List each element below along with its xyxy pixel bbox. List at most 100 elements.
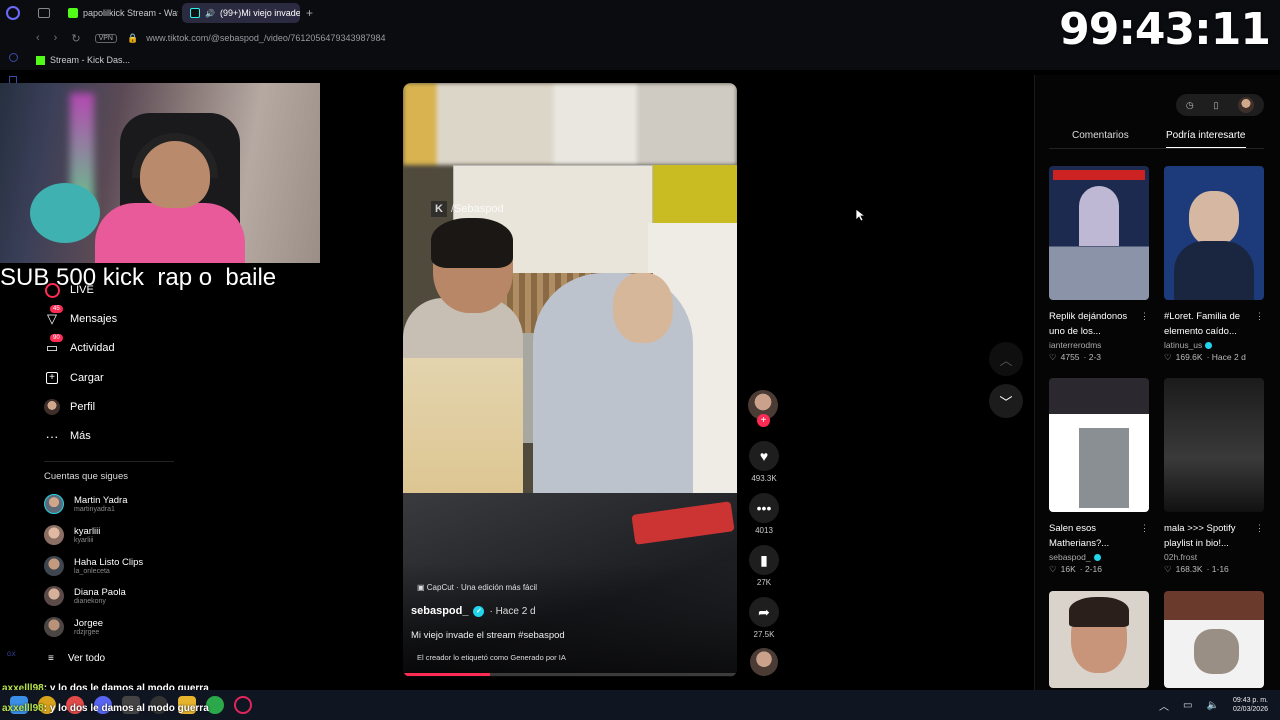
following-title: Cuentas que sigues <box>44 471 128 482</box>
share-action[interactable]: ➦ 27.5K <box>748 597 780 639</box>
thumbnail-figure <box>1079 428 1129 508</box>
bookmark-icon[interactable]: ▮ <box>749 545 779 575</box>
following-item[interactable]: Diana Paola dianekony <box>44 586 126 606</box>
following-name: Jorgee <box>74 618 104 629</box>
card-author[interactable]: 02h.frost <box>1164 552 1264 562</box>
related-video-card[interactable]: Replik dejándonos uno de los... ⋮ ianterr… <box>1049 166 1149 363</box>
related-video-card[interactable]: Salen esos Matherians?... ⋮ sebaspod_ ♡ 16… <box>1049 378 1149 575</box>
bookmark-kick-dashboard[interactable]: Stream - Kick Das... <box>50 55 130 65</box>
following-username: kyarliii <box>74 537 94 544</box>
kick-favicon-icon <box>68 8 78 18</box>
card-author[interactable]: ianterrerodms <box>1049 340 1149 350</box>
following-username: dianekony <box>74 598 106 605</box>
tab-comentarios[interactable]: Comentarios <box>1072 130 1129 141</box>
like-action[interactable]: ♥ 493.3K <box>748 441 780 483</box>
system-tray: ︿ ▭ 🔈 09:43 p. m. 02/03/2026 <box>1159 690 1268 720</box>
avatar <box>44 586 64 606</box>
heart-icon[interactable]: ♥ <box>749 441 779 471</box>
chevron-up-icon: ︿ <box>999 352 1013 368</box>
following-username: la_onleceta <box>74 568 110 575</box>
nav-more[interactable]: ··· Más <box>44 428 91 444</box>
card-meta: ♡ 168.3K · 1-16 <box>1164 564 1229 574</box>
live-icon <box>44 282 60 298</box>
video-thumbnail[interactable] <box>1049 166 1149 300</box>
chat-message: axxelll98: y lo dos le damos al modo gue… <box>2 703 209 714</box>
sound-avatar[interactable] <box>750 648 778 676</box>
url-input[interactable]: www.tiktok.com/@sebaspod_/video/76120564… <box>146 33 385 43</box>
new-tab-button[interactable]: + <box>306 6 313 20</box>
volume-icon[interactable]: 🔈 <box>1207 700 1219 711</box>
avatar <box>44 556 64 576</box>
device-icon[interactable]: ▯ <box>1213 100 1218 111</box>
save-count: 27K <box>756 578 772 587</box>
video-thumbnail[interactable] <box>1164 591 1264 688</box>
video-thumbnail[interactable] <box>1164 166 1264 300</box>
following-item[interactable]: kyarliii kyarliii <box>44 525 100 545</box>
following-item[interactable]: Jorgee rdzjrgee <box>44 617 103 637</box>
video-progress-bar[interactable] <box>403 673 737 676</box>
related-video-card[interactable] <box>1049 591 1149 688</box>
tray-expand-icon[interactable]: ︿ <box>1159 698 1169 713</box>
aria-icon[interactable] <box>9 53 18 62</box>
forward-icon[interactable]: › <box>54 32 58 45</box>
video-thumbnail[interactable] <box>1049 378 1149 512</box>
gx-icon[interactable]: GX <box>7 652 16 658</box>
messages-badge: 45 <box>50 305 63 313</box>
follow-plus-icon[interactable]: + <box>757 414 770 427</box>
share-icon[interactable]: ➦ <box>749 597 779 627</box>
comment-action[interactable]: ••• 4013 <box>748 493 780 535</box>
tab-podria-interesarte[interactable]: Podría interesarte <box>1166 130 1246 149</box>
clock-icon[interactable]: ◷ <box>1186 100 1194 111</box>
comment-icon[interactable]: ••• <box>749 493 779 523</box>
more-icon[interactable]: ⋮ <box>1255 309 1264 324</box>
tab-kick-stream[interactable]: papolilkick Stream - Watc <box>60 3 178 23</box>
lock-icon[interactable]: 🔒 <box>127 33 138 44</box>
more-icon[interactable]: ⋮ <box>1255 521 1264 536</box>
more-icon[interactable]: ⋮ <box>1140 309 1149 324</box>
stream-timer: 99:43:11 <box>1059 4 1271 55</box>
see-all-link[interactable]: ≡ Ver todo <box>48 653 105 664</box>
nav-activity[interactable]: ▭ 90 Actividad <box>44 334 115 356</box>
tab-workspaces-icon[interactable] <box>38 8 50 18</box>
upload-icon: + <box>44 370 60 386</box>
following-item[interactable]: Haha Listo Clips la_onleceta <box>44 556 143 576</box>
back-icon[interactable]: ‹ <box>36 32 40 45</box>
opera-gx-icon[interactable] <box>234 696 252 714</box>
nav-label: Actividad <box>70 342 115 354</box>
vpn-badge[interactable]: VPN <box>94 33 117 43</box>
activity-icon: ▭ 90 <box>44 334 63 356</box>
related-video-card[interactable]: mala >>> Spotify playlist in bio!... ⋮ 02… <box>1164 378 1264 575</box>
kick-watermark: K /Sebaspod <box>431 201 504 217</box>
tab-tiktok-video[interactable]: 🔊 (99+)Mi viejo invade e <box>182 3 300 23</box>
profile-icon <box>44 399 60 415</box>
more-icon[interactable]: ⋮ <box>1140 521 1149 536</box>
nav-messages[interactable]: ▽ 45 Mensajes <box>44 305 117 327</box>
nav-profile[interactable]: Perfil <box>44 399 95 415</box>
more-icon: ··· <box>45 428 59 444</box>
network-icon[interactable]: ▭ <box>1183 700 1192 711</box>
card-meta: ♡ 169.6K · Hace 2 d <box>1164 352 1246 362</box>
card-author[interactable]: sebaspod_ <box>1049 552 1149 562</box>
video-player[interactable]: K /Sebaspod ▣ CapCut · Una edición más f… <box>403 83 737 677</box>
sidebar-divider <box>44 461 174 462</box>
card-title: Replik dejándonos uno de los... ⋮ <box>1049 309 1149 337</box>
speaker-icon[interactable]: 🔊 <box>205 9 215 18</box>
next-video-button[interactable]: ﹀ <box>989 384 1023 418</box>
card-author[interactable]: latinus_us <box>1164 340 1264 350</box>
nav-upload[interactable]: + Cargar <box>44 370 104 386</box>
nav-live[interactable]: LIVE <box>44 282 94 298</box>
previous-video-button[interactable]: ︿ <box>989 342 1023 376</box>
related-video-card[interactable] <box>1164 591 1264 688</box>
capcut-label[interactable]: ▣ CapCut · Una edición más fácil <box>417 583 537 592</box>
system-clock[interactable]: 09:43 p. m. 02/03/2026 <box>1233 696 1268 714</box>
save-action[interactable]: ▮ 27K <box>748 545 780 587</box>
video-thumbnail[interactable] <box>1049 591 1149 688</box>
card-meta: ♡ 4755 · 2-3 <box>1049 352 1102 362</box>
related-video-card[interactable]: #Loret. Familia de elemento caído... ⋮ la… <box>1164 166 1264 363</box>
reload-icon[interactable]: ↻ <box>71 32 80 45</box>
video-thumbnail[interactable] <box>1164 378 1264 512</box>
following-item[interactable]: Martin Yadra martinyadra1 <box>44 494 128 514</box>
video-author[interactable]: sebaspod_ ✓ · Hace 2 d <box>411 605 536 617</box>
chat-text: : y lo dos le damos al modo guerra <box>43 703 209 714</box>
my-avatar[interactable] <box>1238 97 1255 113</box>
